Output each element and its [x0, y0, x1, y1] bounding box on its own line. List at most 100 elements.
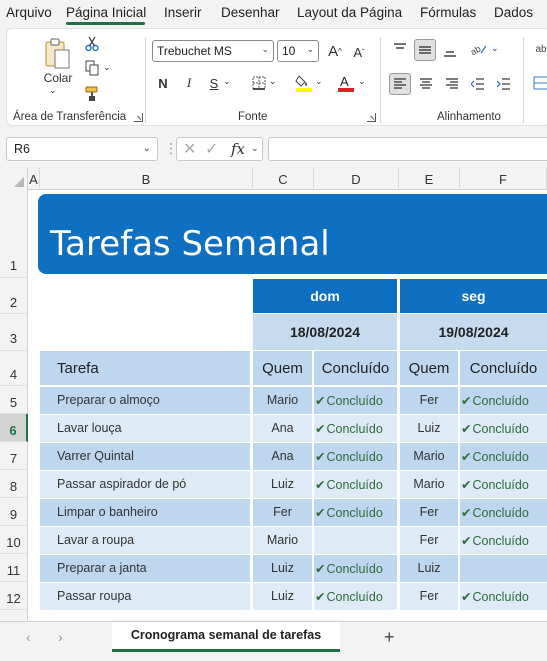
who-cell[interactable]: Luiz: [400, 415, 458, 442]
tab-arquivo[interactable]: Arquivo: [6, 5, 52, 20]
bold-button[interactable]: N: [155, 73, 171, 93]
column-header-f[interactable]: F: [460, 168, 547, 190]
row-header[interactable]: 4: [0, 351, 28, 386]
who-cell[interactable]: Fer: [400, 527, 458, 554]
header-concluido-2[interactable]: Concluído: [460, 351, 547, 385]
row-header[interactable]: 12: [0, 582, 28, 610]
select-all-button[interactable]: [0, 168, 28, 190]
who-cell[interactable]: Luiz: [400, 555, 458, 582]
add-sheet-button[interactable]: +: [384, 627, 395, 648]
row-header[interactable]: 5: [0, 386, 28, 414]
done-cell[interactable]: ✔Concluído: [460, 415, 547, 442]
row-header[interactable]: 8: [0, 470, 28, 498]
row-header[interactable]: 7: [0, 442, 28, 470]
chevron-down-icon[interactable]: ⌄: [103, 62, 111, 73]
who-cell[interactable]: Mario: [253, 527, 312, 554]
underline-button[interactable]: S: [206, 73, 222, 93]
task-name-cell[interactable]: Passar roupa: [40, 583, 250, 610]
row-header[interactable]: 2: [0, 278, 28, 314]
chevron-down-icon[interactable]: ⌄: [223, 76, 231, 87]
header-concluido-1[interactable]: Concluído: [314, 351, 397, 385]
align-top-icon[interactable]: [390, 39, 410, 59]
who-cell[interactable]: Luiz: [253, 471, 312, 498]
task-name-cell[interactable]: Passar aspirador de pó: [40, 471, 250, 498]
day-header-seg[interactable]: seg: [400, 279, 547, 313]
decrease-font-icon[interactable]: Aˇ: [349, 42, 369, 62]
who-cell[interactable]: Ana: [253, 443, 312, 470]
who-cell[interactable]: Luiz: [253, 555, 312, 582]
insert-function-button[interactable]: fx: [231, 140, 245, 158]
who-cell[interactable]: Mario: [253, 387, 312, 414]
done-cell[interactable]: ✔Concluído: [460, 387, 547, 414]
column-header-a[interactable]: A: [28, 168, 40, 190]
done-cell[interactable]: ✔Concluído: [460, 499, 547, 526]
who-cell[interactable]: Mario: [400, 443, 458, 470]
chevron-down-icon[interactable]: ⌄: [491, 43, 499, 54]
who-cell[interactable]: Luiz: [253, 583, 312, 610]
font-size-select[interactable]: 10 ⌄: [277, 40, 319, 62]
task-name-cell[interactable]: Limpar o banheiro: [40, 499, 250, 526]
column-header-c[interactable]: C: [253, 168, 314, 190]
formula-input[interactable]: [268, 137, 547, 161]
italic-button[interactable]: I: [181, 73, 197, 93]
name-box[interactable]: R6 ⌄: [6, 137, 158, 161]
increase-indent-icon[interactable]: [493, 73, 515, 95]
task-name-cell[interactable]: Preparar o almoço: [40, 387, 250, 414]
font-dialog-launcher-icon[interactable]: [367, 113, 376, 122]
format-painter-icon[interactable]: [83, 85, 101, 103]
done-cell[interactable]: ✔Concluído: [460, 471, 547, 498]
who-cell[interactable]: Fer: [400, 499, 458, 526]
day-header-dom[interactable]: dom: [253, 279, 397, 313]
tab-pagina-inicial[interactable]: Página Inicial: [66, 5, 146, 20]
column-header-e[interactable]: E: [399, 168, 460, 190]
fill-color-icon[interactable]: [294, 72, 314, 94]
done-cell[interactable]: ✔Concluído: [460, 527, 547, 554]
chevron-down-icon[interactable]: ⌄: [269, 76, 277, 87]
column-header-d[interactable]: D: [314, 168, 399, 190]
column-header-b[interactable]: B: [40, 168, 253, 190]
done-cell[interactable]: ✔Concluído: [314, 443, 397, 470]
title-banner[interactable]: Tarefas Semanal: [38, 194, 547, 274]
increase-font-icon[interactable]: A ^: [325, 41, 345, 61]
task-name-cell[interactable]: Lavar a roupa: [40, 527, 250, 554]
done-cell[interactable]: ✔Concluído: [314, 387, 397, 414]
enter-check-icon[interactable]: ✓: [205, 139, 218, 159]
chevron-down-icon[interactable]: ⌄: [358, 76, 366, 87]
done-cell[interactable]: [314, 527, 397, 554]
tab-layout-da-pagina[interactable]: Layout da Página: [297, 5, 402, 20]
done-cell[interactable]: [460, 555, 547, 582]
who-cell[interactable]: Fer: [400, 583, 458, 610]
date-header-seg[interactable]: 19/08/2024: [400, 314, 547, 350]
row-header-active[interactable]: 6: [0, 414, 28, 442]
sheet-tab-cronograma[interactable]: Cronograma semanal de tarefas: [112, 622, 340, 652]
done-cell[interactable]: ✔Concluído: [314, 499, 397, 526]
who-cell[interactable]: Fer: [400, 387, 458, 414]
paste-button[interactable]: Colar: [41, 71, 75, 85]
task-name-cell[interactable]: Lavar louça: [40, 415, 250, 442]
chevron-down-icon[interactable]: ⌄: [315, 76, 323, 87]
row-header[interactable]: 3: [0, 314, 28, 351]
chevron-down-icon[interactable]: ⌄: [49, 85, 57, 96]
done-cell[interactable]: ✔Concluído: [314, 471, 397, 498]
clipboard-dialog-launcher-icon[interactable]: [134, 113, 143, 122]
align-center-icon[interactable]: [415, 73, 437, 95]
tab-dados[interactable]: Dados: [494, 5, 533, 20]
align-middle-icon[interactable]: [414, 39, 436, 61]
row-header[interactable]: 9: [0, 498, 28, 526]
date-header-dom[interactable]: 18/08/2024: [253, 314, 397, 350]
orientation-icon[interactable]: ab: [468, 38, 490, 60]
header-tarefa[interactable]: Tarefa: [40, 351, 250, 385]
scroll-right-icon[interactable]: ›: [58, 629, 63, 645]
cut-icon[interactable]: [83, 35, 101, 53]
align-bottom-icon[interactable]: [440, 41, 460, 61]
chevron-down-icon[interactable]: ⌄: [251, 143, 259, 154]
task-name-cell[interactable]: Preparar a janta: [40, 555, 250, 582]
task-name-cell[interactable]: Varrer Quintal: [40, 443, 250, 470]
paste-icon[interactable]: [41, 37, 75, 71]
who-cell[interactable]: Ana: [253, 415, 312, 442]
align-left-icon[interactable]: [389, 73, 411, 95]
header-quem-1[interactable]: Quem: [253, 351, 312, 385]
merge-cells-icon[interactable]: [531, 73, 547, 93]
done-cell[interactable]: ✔Concluído: [460, 443, 547, 470]
row-header[interactable]: 10: [0, 526, 28, 554]
